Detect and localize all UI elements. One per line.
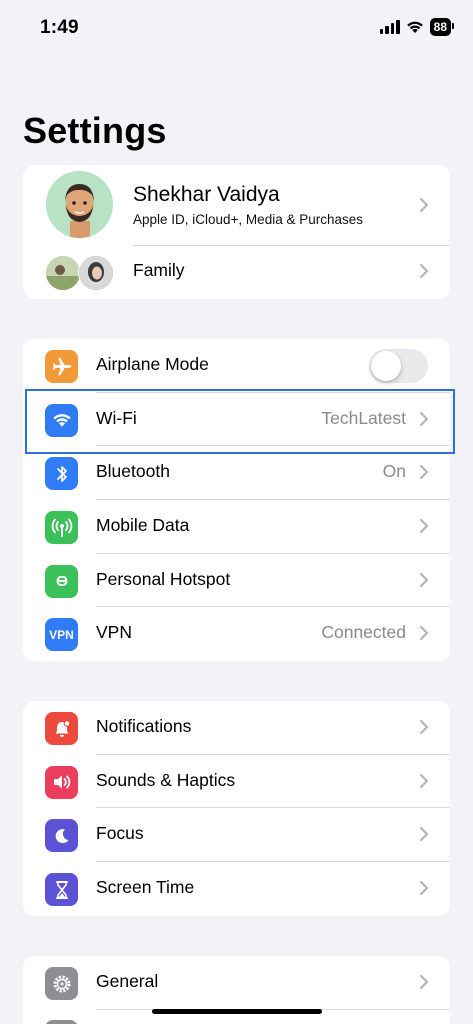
chevron-right-icon bbox=[419, 197, 429, 213]
chevron-right-icon bbox=[419, 827, 429, 842]
airplane-mode-toggle[interactable] bbox=[369, 349, 428, 383]
hourglass-icon bbox=[45, 873, 78, 907]
vpn-status-value: Connected bbox=[321, 622, 406, 643]
wifi-network-value: TechLatest bbox=[321, 407, 406, 428]
settings-screen: 1:49 88 Settings Shekhar Vaidya Apple ID… bbox=[0, 0, 473, 1024]
status-time: 1:49 bbox=[40, 17, 79, 38]
row-label: Personal Hotspot bbox=[96, 568, 231, 589]
profile-subtitle: Apple ID, iCloud+, Media & Purchases bbox=[133, 212, 363, 227]
profile-name: Shekhar Vaidya bbox=[133, 183, 280, 206]
general-row[interactable]: General bbox=[23, 956, 450, 1010]
home-indicator[interactable] bbox=[152, 1009, 322, 1014]
bell-icon bbox=[45, 712, 78, 745]
gear-icon bbox=[45, 967, 78, 1000]
chevron-right-icon bbox=[419, 773, 429, 788]
row-label: Notifications bbox=[96, 716, 192, 736]
row-label: Bluetooth bbox=[96, 461, 170, 482]
bluetooth-value: On bbox=[382, 461, 406, 482]
row-label: Mobile Data bbox=[96, 515, 190, 536]
moon-icon bbox=[45, 819, 78, 853]
wifi-row[interactable]: Wi-Fi TechLatest bbox=[23, 393, 450, 447]
hotspot-icon bbox=[45, 564, 78, 598]
airplane-mode-row[interactable]: Airplane Mode bbox=[23, 339, 450, 393]
mobile-data-row[interactable]: Mobile Data bbox=[23, 500, 450, 554]
vpn-icon: VPN bbox=[45, 618, 78, 652]
notifications-group: Notifications Sounds & Haptics Focus Scr… bbox=[23, 701, 450, 916]
chevron-right-icon bbox=[419, 626, 429, 641]
memoji-icon bbox=[46, 171, 113, 238]
focus-row[interactable]: Focus bbox=[23, 808, 450, 863]
chevron-right-icon bbox=[419, 518, 429, 534]
screen-time-row[interactable]: Screen Time bbox=[23, 862, 450, 916]
family-label: Family bbox=[133, 260, 185, 280]
speaker-icon bbox=[45, 765, 78, 799]
airplane-icon bbox=[45, 350, 78, 383]
battery-indicator: 88 bbox=[429, 18, 455, 36]
status-indicators: 88 bbox=[379, 18, 455, 36]
avatar bbox=[46, 171, 113, 238]
personal-hotspot-row[interactable]: Personal Hotspot bbox=[23, 554, 450, 608]
antenna-icon bbox=[45, 511, 78, 545]
chevron-right-icon bbox=[419, 572, 429, 587]
row-label: Airplane Mode bbox=[96, 354, 209, 374]
row-label: General bbox=[96, 971, 159, 991]
chevron-right-icon bbox=[419, 974, 429, 990]
chevron-right-icon bbox=[419, 411, 429, 426]
wifi-status-icon bbox=[406, 21, 423, 33]
connectivity-group: Airplane Mode Wi-Fi TechLatest Bluetooth bbox=[23, 339, 450, 662]
status-bar: 1:49 88 bbox=[0, 0, 473, 56]
chevron-right-icon bbox=[419, 880, 429, 896]
row-label: Screen Time bbox=[96, 877, 195, 898]
family-row[interactable]: Family bbox=[23, 245, 450, 299]
apple-id-row[interactable]: Shekhar Vaidya Apple ID, iCloud+, Media … bbox=[23, 165, 450, 245]
bluetooth-icon bbox=[45, 457, 78, 491]
next-row-icon bbox=[45, 1020, 78, 1024]
profile-group: Shekhar Vaidya Apple ID, iCloud+, Media … bbox=[23, 165, 450, 299]
page-title: Settings bbox=[23, 110, 167, 151]
row-label: Wi-Fi bbox=[96, 407, 137, 428]
sounds-haptics-row[interactable]: Sounds & Haptics bbox=[23, 755, 450, 809]
family-avatar bbox=[78, 255, 114, 291]
row-label: VPN bbox=[96, 622, 132, 643]
row-label: Sounds & Haptics bbox=[96, 769, 236, 790]
notifications-row[interactable]: Notifications bbox=[23, 701, 450, 755]
chevron-right-icon bbox=[419, 263, 429, 279]
vpn-row[interactable]: VPN VPN Connected bbox=[23, 607, 450, 661]
chevron-right-icon bbox=[419, 465, 429, 480]
wifi-icon bbox=[45, 403, 78, 437]
bluetooth-row[interactable]: Bluetooth On bbox=[23, 446, 450, 501]
family-avatar bbox=[45, 255, 81, 291]
row-label: Focus bbox=[96, 823, 144, 844]
chevron-right-icon bbox=[419, 719, 429, 735]
cellular-signal-icon bbox=[379, 20, 400, 34]
